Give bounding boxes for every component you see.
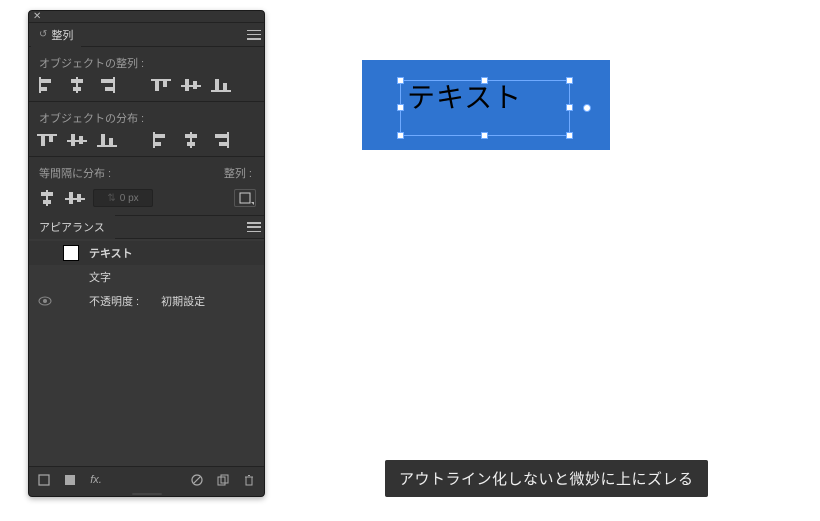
annotation-caption: アウトライン化しないと微妙に上にズレる xyxy=(385,460,708,497)
distribute-bottom-button[interactable] xyxy=(97,132,117,148)
handle-top-mid[interactable] xyxy=(481,77,488,84)
align-appearance-panel: ✕ ↺ 整列 オブジェクトの整列 : オブジェクトの分布 : 等間隔に分布 : xyxy=(28,10,265,497)
tab-appearance[interactable]: アピアランス xyxy=(29,215,115,239)
distribute-buttons-row xyxy=(29,130,264,156)
trash-icon[interactable] xyxy=(242,473,256,487)
handle-bot-mid[interactable] xyxy=(481,132,488,139)
align-to-dropdown[interactable] xyxy=(234,189,256,207)
selection-bounding-box[interactable]: テキスト xyxy=(400,80,570,136)
distribute-spacing-h-button[interactable] xyxy=(37,190,57,206)
distribute-right-button[interactable] xyxy=(211,132,231,148)
align-to-label: 整列 : xyxy=(214,157,264,185)
clear-appearance-icon[interactable] xyxy=(190,473,204,487)
appearance-list: テキスト 文字 不透明度 : 初期設定 xyxy=(29,239,264,466)
distribute-vcenter-button[interactable] xyxy=(67,132,87,148)
spacing-row: ⇅ 0 px xyxy=(29,185,264,215)
text-out-port[interactable] xyxy=(583,104,591,112)
panel-menu-button[interactable] xyxy=(244,30,264,40)
appearance-footer: fx. xyxy=(29,466,264,492)
align-right-button[interactable] xyxy=(97,77,117,93)
hamburger-icon xyxy=(247,222,261,232)
spacing-value-input[interactable]: ⇅ 0 px xyxy=(93,189,153,207)
distribute-top-button[interactable] xyxy=(37,132,57,148)
link-icon: ⇅ xyxy=(107,193,115,204)
appearance-row-opacity[interactable]: 不透明度 : 初期設定 xyxy=(29,289,264,313)
resize-grip[interactable] xyxy=(29,492,264,496)
align-hcenter-button[interactable] xyxy=(67,77,87,93)
fx-button[interactable]: fx. xyxy=(89,473,103,487)
distribute-spacing-v-button[interactable] xyxy=(65,190,85,206)
appearance-tabs: アピアランス xyxy=(29,215,264,239)
distribute-left-button[interactable] xyxy=(151,132,171,148)
handle-bot-left[interactable] xyxy=(397,132,404,139)
reset-icon: ↺ xyxy=(39,29,47,40)
visibility-icon[interactable] xyxy=(37,296,53,306)
appearance-row-text[interactable]: テキスト xyxy=(29,241,264,265)
align-bottom-button[interactable] xyxy=(211,77,231,93)
appearance-row-characters[interactable]: 文字 xyxy=(29,265,264,289)
duplicate-icon[interactable] xyxy=(216,473,230,487)
panel-tabs: ↺ 整列 xyxy=(29,23,264,47)
handle-bot-right[interactable] xyxy=(566,132,573,139)
close-icon[interactable]: ✕ xyxy=(33,13,41,21)
handle-top-left[interactable] xyxy=(397,77,404,84)
align-buttons-row xyxy=(29,75,264,101)
tab-label: 整列 xyxy=(51,27,73,43)
handle-mid-left[interactable] xyxy=(397,104,404,111)
distribute-hcenter-button[interactable] xyxy=(181,132,201,148)
fill-swatch[interactable] xyxy=(63,245,79,261)
align-left-button[interactable] xyxy=(37,77,57,93)
align-vcenter-button[interactable] xyxy=(181,77,201,93)
no-stroke-icon[interactable] xyxy=(37,473,51,487)
handle-top-right[interactable] xyxy=(566,77,573,84)
tab-align[interactable]: ↺ 整列 xyxy=(31,23,81,47)
text-object[interactable]: テキスト xyxy=(407,76,522,116)
hamburger-icon xyxy=(247,30,261,40)
artboard-icon xyxy=(239,192,251,204)
handle-mid-right[interactable] xyxy=(566,104,573,111)
section-align-label: オブジェクトの整列 : xyxy=(29,47,264,75)
appearance-menu-button[interactable] xyxy=(244,222,264,232)
section-spacing-label: 等間隔に分布 : xyxy=(29,157,214,185)
panel-titlebar[interactable]: ✕ xyxy=(29,11,264,23)
no-fill-icon[interactable] xyxy=(63,473,77,487)
section-distribute-label: オブジェクトの分布 : xyxy=(29,102,264,130)
align-top-button[interactable] xyxy=(151,77,171,93)
